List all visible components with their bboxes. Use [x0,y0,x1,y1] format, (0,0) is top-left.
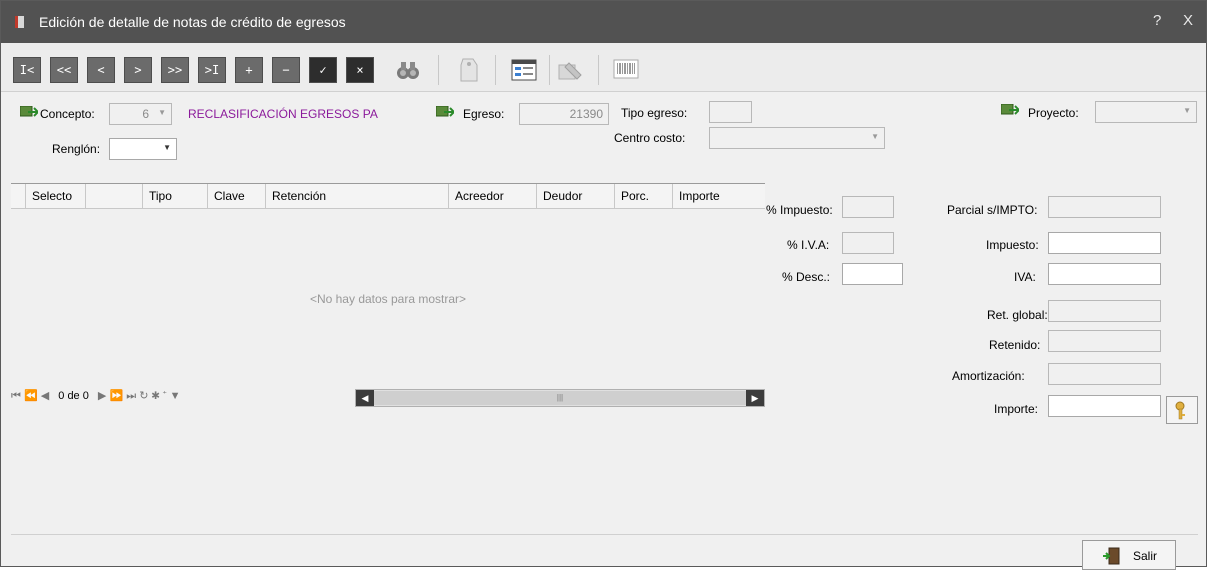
parcial-field[interactable] [1048,196,1161,218]
proyecto-select[interactable]: ▼ [1095,101,1197,123]
col-clave[interactable]: Clave [207,184,265,209]
concepto-description: RECLASIFICACIÓN EGRESOS PA [188,107,378,121]
footer-divider [11,534,1198,535]
col-deudor[interactable]: Deudor [536,184,614,209]
impuesto-label: Impuesto: [986,238,1039,252]
retenido-field[interactable] [1048,330,1161,352]
form-icon[interactable] [509,55,539,85]
exit-door-icon [1103,547,1120,565]
lookup-egreso-icon[interactable] [436,106,454,120]
binoculars-icon[interactable] [393,55,423,85]
remove-button[interactable]: − [272,57,300,83]
proyecto-label: Proyecto: [1028,106,1079,120]
impuesto-pct-label: % Impuesto: [766,203,833,217]
amortizacion-field[interactable] [1048,363,1161,385]
concepto-select[interactable]: 6 ▼ [109,103,172,125]
nav-prev-page-icon[interactable]: ⏪ [24,390,38,402]
chevron-down-icon: ▼ [158,108,166,117]
col-retencion[interactable]: Retención [265,184,448,209]
importe-label: Importe: [994,402,1039,416]
impuesto-pct-field[interactable] [842,196,894,218]
desc-pct-field[interactable] [842,263,903,285]
chevron-down-icon: ▼ [871,132,879,141]
confirm-button[interactable]: ✓ [309,57,337,83]
tag-icon[interactable] [453,55,483,85]
scroll-left-icon[interactable]: ◀ [356,390,374,406]
edit-dialog-window: Edición de detalle de notas de crédito d… [0,0,1207,570]
renglon-label: Renglón: [52,142,101,156]
filter-icon[interactable]: ▼ [170,390,181,402]
centro-costo-select[interactable]: ▼ [709,127,885,149]
empty-grid-message: <No hay datos para mostrar> [309,292,467,306]
iva-pct-field[interactable] [842,232,894,254]
scroll-thumb[interactable]: ||| [374,391,746,405]
prev-page-button[interactable]: << [50,57,78,83]
egreso-label: Egreso: [463,107,505,121]
concepto-label: Concepto: [40,107,95,121]
egreso-field[interactable]: 21390 [519,103,609,125]
col-tipo[interactable]: Tipo [142,184,207,209]
grid-navigator: ⏮ ⏪ ◀ 0 de 0 ▶ ⏩ ⏭ ↻ ✱ ⁺ ▼ [11,389,181,403]
close-button[interactable]: X [1183,12,1193,29]
barcode-icon[interactable] [611,55,641,85]
col-blank[interactable] [85,184,142,209]
scroll-right-icon[interactable]: ▶ [746,390,764,406]
retenido-label: Retenido: [989,338,1041,352]
edit-list-icon[interactable] [555,55,585,85]
key-icon [1175,401,1185,420]
col-importe[interactable]: Importe [672,184,765,209]
renglon-select[interactable]: ▼ [109,138,177,160]
cancel-button[interactable]: × [346,57,374,83]
ret-global-field[interactable] [1048,300,1161,322]
lookup-proyecto-icon[interactable] [1001,104,1019,118]
add-button[interactable]: + [235,57,263,83]
parcial-label: Parcial s/IMPTO: [947,203,1038,217]
title-bar: Edición de detalle de notas de crédito d… [1,1,1206,43]
col-porc[interactable]: Porc. [614,184,672,209]
lookup-key-button[interactable] [1166,396,1198,424]
centro-costo-label: Centro costo: [614,131,686,145]
window-title: Edición de detalle de notas de crédito d… [39,14,346,30]
iva-field[interactable] [1048,263,1161,285]
nav-prev-icon[interactable]: ◀ [41,390,49,402]
tipo-egreso-label: Tipo egreso: [621,106,688,120]
next-record-button[interactable]: > [124,57,152,83]
tipo-egreso-field[interactable] [709,101,752,123]
toolbar: I< << < > >> >I + − ✓ × [1,43,1206,92]
amortizacion-label: Amortización: [952,369,1025,383]
iva-label: IVA: [1014,270,1036,284]
horizontal-scrollbar[interactable]: ◀ ||| ▶ [355,389,765,407]
ret-global-label: Ret. global: [987,308,1048,322]
next-page-button[interactable]: >> [161,57,189,83]
iva-pct-label: % I.V.A: [787,238,830,252]
help-button[interactable]: ? [1153,12,1161,29]
detail-grid: Selecto Tipo Clave Retención Acreedor De… [11,183,765,413]
nav-next-page-icon[interactable]: ⏩ [109,390,123,402]
grid-header: Selecto Tipo Clave Retención Acreedor De… [11,184,765,209]
col-selecto[interactable]: Selecto [25,184,85,209]
chevron-down-icon: ▼ [1183,106,1191,115]
refresh-icon[interactable]: ↻ [139,390,148,402]
nav-last-icon[interactable]: ⏭ [126,390,136,402]
last-record-button[interactable]: >I [198,57,226,83]
impuesto-field[interactable] [1048,232,1161,254]
col-acreedor[interactable]: Acreedor [448,184,536,209]
importe-field[interactable] [1048,395,1161,417]
app-book-icon [15,16,24,28]
first-record-button[interactable]: I< [13,57,41,83]
lookup-concepto-icon[interactable] [20,106,38,120]
insert-icon[interactable]: ✱ [151,390,159,402]
record-counter: 0 de 0 [58,390,89,402]
exit-button[interactable]: Salir [1082,540,1176,570]
nav-next-icon[interactable]: ▶ [98,390,106,402]
exit-label: Salir [1133,549,1158,563]
prev-record-button[interactable]: < [87,57,115,83]
desc-pct-label: % Desc.: [782,270,831,284]
chevron-down-icon: ▼ [163,143,171,152]
nav-first-icon[interactable]: ⏮ [11,390,21,402]
append-icon[interactable]: ⁺ [163,390,167,402]
